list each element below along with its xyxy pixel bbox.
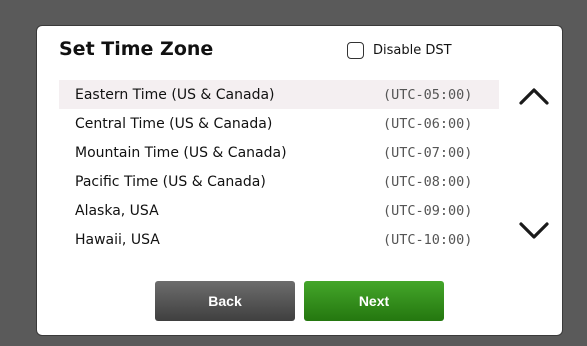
timezone-name: Central Time (US & Canada) bbox=[75, 115, 273, 132]
timezone-offset: (UTC-09:00) bbox=[383, 202, 473, 219]
set-time-zone-dialog: Set Time Zone Disable DST Eastern Time (… bbox=[36, 25, 563, 336]
timezone-name: Mountain Time (US & Canada) bbox=[75, 144, 287, 161]
timezone-name: Alaska, USA bbox=[75, 202, 159, 219]
chevron-down-icon bbox=[519, 222, 549, 239]
timezone-row[interactable]: Eastern Time (US & Canada) (UTC-05:00) bbox=[59, 80, 499, 109]
timezone-offset: (UTC-05:00) bbox=[383, 86, 473, 103]
timezone-offset: (UTC-06:00) bbox=[383, 115, 473, 132]
disable-dst-label: Disable DST bbox=[373, 43, 452, 58]
next-button[interactable]: Next bbox=[304, 281, 444, 321]
timezone-offset: (UTC-08:00) bbox=[383, 173, 473, 190]
timezone-row[interactable]: Alaska, USA (UTC-09:00) bbox=[59, 196, 499, 225]
timezone-row[interactable]: Mountain Time (US & Canada) (UTC-07:00) bbox=[59, 138, 499, 167]
timezone-name: Pacific Time (US & Canada) bbox=[75, 173, 266, 190]
back-button[interactable]: Back bbox=[155, 281, 295, 321]
timezone-row[interactable]: Central Time (US & Canada) (UTC-06:00) bbox=[59, 109, 499, 138]
scroll-up-button[interactable] bbox=[517, 84, 551, 108]
timezone-name: Eastern Time (US & Canada) bbox=[75, 86, 275, 103]
disable-dst-toggle[interactable]: Disable DST bbox=[347, 42, 452, 59]
timezone-name: Hawaii, USA bbox=[75, 231, 160, 248]
dialog-title: Set Time Zone bbox=[59, 38, 214, 60]
scroll-down-button[interactable] bbox=[517, 219, 551, 243]
timezone-list: Eastern Time (US & Canada) (UTC-05:00) C… bbox=[59, 80, 499, 254]
timezone-offset: (UTC-07:00) bbox=[383, 144, 473, 161]
chevron-up-icon bbox=[519, 88, 549, 105]
timezone-row[interactable]: Hawaii, USA (UTC-10:00) bbox=[59, 225, 499, 254]
timezone-offset: (UTC-10:00) bbox=[383, 231, 473, 248]
timezone-row[interactable]: Pacific Time (US & Canada) (UTC-08:00) bbox=[59, 167, 499, 196]
disable-dst-checkbox[interactable] bbox=[347, 42, 364, 59]
